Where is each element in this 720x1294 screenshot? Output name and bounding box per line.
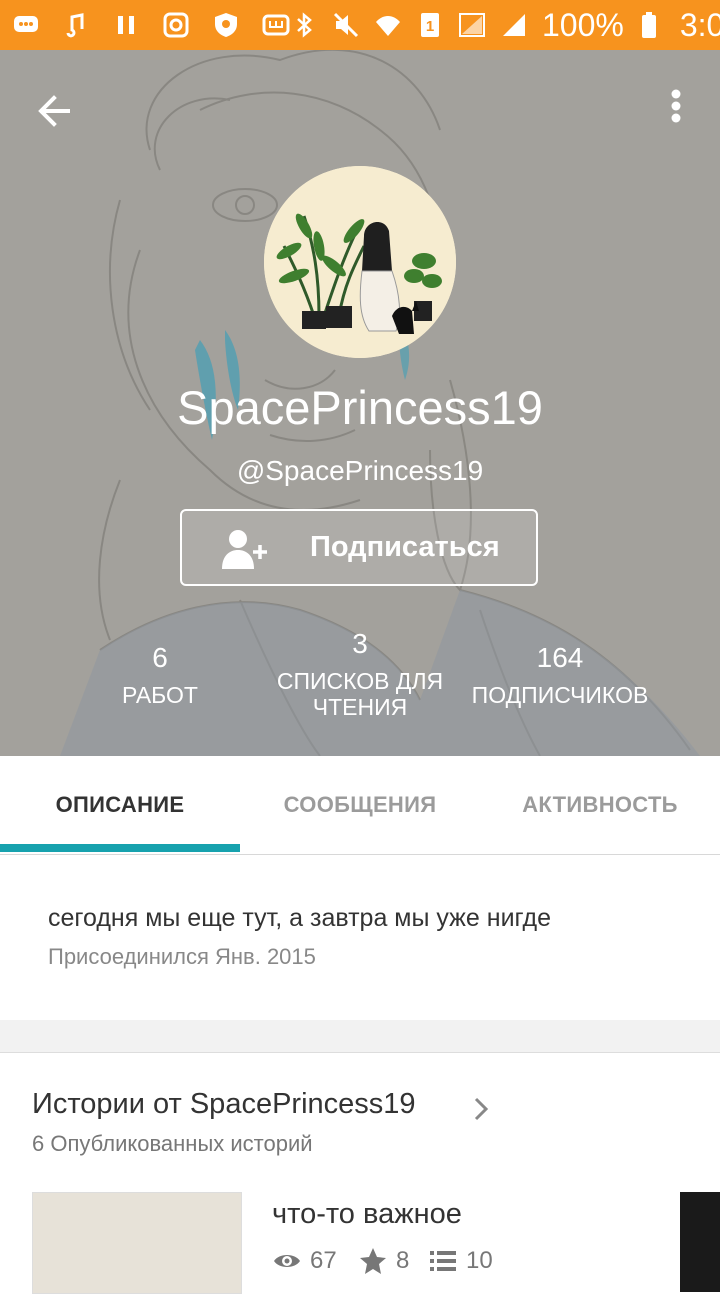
sim-number: 1 xyxy=(426,18,434,35)
next-story-cover[interactable] xyxy=(680,1192,720,1292)
follow-button-label: Подписаться xyxy=(310,531,500,563)
stat-followers[interactable]: 164 ПОДПИСЧИКОВ xyxy=(460,642,660,708)
stat-reading-lists[interactable]: 3 СПИСКОВ ДЛЯ ЧТЕНИЯ xyxy=(260,628,460,720)
stat-reading-lists-label-line1: СПИСКОВ ДЛЯ xyxy=(276,668,444,694)
overflow-menu-button[interactable] xyxy=(660,85,692,137)
avatar[interactable] xyxy=(264,166,456,358)
signal-icon-1 xyxy=(458,11,486,39)
wifi-icon xyxy=(374,11,402,39)
list-icon xyxy=(430,1251,456,1271)
mute-icon xyxy=(332,11,360,39)
stat-reading-lists-label-line2: ЧТЕНИЯ xyxy=(312,694,408,720)
story-votes-value: 8 xyxy=(396,1247,410,1274)
story-votes: 8 xyxy=(358,1244,409,1278)
story-views: 67 xyxy=(272,1244,337,1278)
back-button[interactable] xyxy=(30,85,82,137)
arrow-back-icon xyxy=(38,95,70,127)
story-cover[interactable] xyxy=(32,1192,242,1294)
music-icon xyxy=(62,11,90,39)
tab-activity[interactable]: АКТИВНОСТЬ xyxy=(480,756,720,854)
clock: 3:06 xyxy=(679,6,720,43)
shield-icon xyxy=(212,11,240,39)
stat-works-label: РАБОТ xyxy=(122,682,198,708)
profile-handle: @SpacePrincess19 xyxy=(236,455,484,486)
profile-tabs: ОПИСАНИЕ СООБЩЕНИЯ АКТИВНОСТЬ xyxy=(0,756,720,855)
battery-percent: 100% xyxy=(542,6,624,43)
instagram-icon xyxy=(162,11,190,39)
stories-count: 6 Опубликованных историй xyxy=(32,1131,313,1156)
tab-description[interactable]: ОПИСАНИЕ xyxy=(0,756,240,854)
star-icon xyxy=(360,1248,386,1274)
stat-works-value: 6 xyxy=(152,642,168,673)
stat-followers-value: 164 xyxy=(536,642,584,673)
battery-icon xyxy=(638,11,666,39)
follow-button[interactable]: Подписаться xyxy=(180,509,538,586)
stat-reading-lists-value: 3 xyxy=(352,628,368,659)
chat-icon xyxy=(12,11,40,39)
section-divider xyxy=(0,1020,720,1053)
chevron-right-icon[interactable] xyxy=(470,1094,492,1124)
pause-icon xyxy=(112,11,140,39)
profile-description: сегодня мы еще тут, а завтра мы уже нигд… xyxy=(48,904,552,932)
status-bar: 1 100% 3:06 xyxy=(0,0,720,50)
profile-header: SpacePrincess19 @SpacePrincess19 Подписа… xyxy=(0,50,720,756)
sim-icon: 1 xyxy=(416,11,444,39)
active-tab-indicator xyxy=(0,844,240,852)
story-parts-value: 10 xyxy=(466,1247,493,1274)
joined-date: Присоединился Янв. 2015 xyxy=(48,944,316,969)
more-vert-icon xyxy=(671,89,681,123)
tab-messages[interactable]: СООБЩЕНИЯ xyxy=(240,756,480,854)
story-views-value: 67 xyxy=(310,1247,337,1274)
stat-followers-label: ПОДПИСЧИКОВ xyxy=(471,682,649,708)
profile-display-name: SpacePrincess19 xyxy=(177,381,543,434)
eye-icon xyxy=(274,1255,300,1267)
signal-icon-2 xyxy=(500,11,528,39)
add-person-icon xyxy=(222,530,267,569)
story-title[interactable]: что-то важное xyxy=(272,1198,462,1231)
app-icon xyxy=(262,11,290,39)
avatar-image xyxy=(264,166,456,358)
stories-section-title[interactable]: Истории от SpacePrincess19 xyxy=(32,1088,416,1121)
bluetooth-icon xyxy=(290,11,318,39)
story-parts: 10 xyxy=(428,1244,493,1278)
stat-works[interactable]: 6 РАБОТ xyxy=(100,642,220,708)
